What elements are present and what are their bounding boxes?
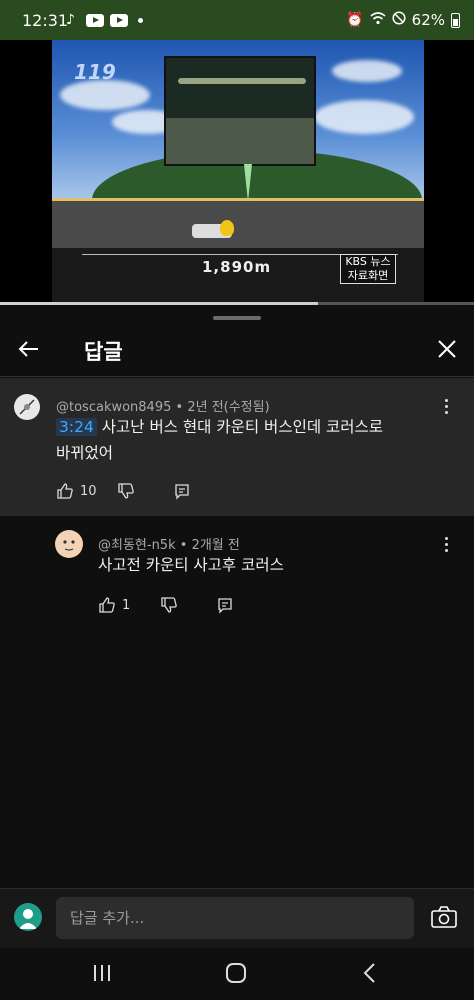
like-button[interactable]: 1	[98, 596, 130, 614]
close-icon	[438, 340, 456, 358]
wifi-icon	[370, 11, 386, 29]
comment-author[interactable]: @최동현-n5k	[98, 538, 176, 553]
dislike-button[interactable]	[160, 596, 178, 614]
timestamp-link[interactable]: 3:24	[56, 418, 97, 436]
status-bar: 12:31 ♪ ⏰ 62%	[0, 0, 474, 40]
close-button[interactable]	[432, 334, 462, 364]
home-button[interactable]	[216, 958, 256, 988]
arrow-left-icon	[18, 341, 38, 357]
avatar[interactable]	[55, 530, 83, 558]
thumbs-down-icon	[161, 597, 178, 613]
like-button[interactable]: 10	[56, 482, 97, 500]
panel-title: 답글	[84, 340, 123, 364]
reply-button[interactable]	[173, 482, 191, 500]
battery-percent: 62%	[411, 11, 445, 29]
drag-handle[interactable]	[213, 316, 261, 320]
chevron-left-icon	[363, 963, 375, 983]
back-nav-button[interactable]	[350, 958, 390, 988]
video-inset	[164, 56, 316, 166]
notification-icons: ♪	[66, 12, 143, 28]
reply-button[interactable]	[216, 596, 234, 614]
video-progress-bar[interactable]	[0, 302, 474, 305]
news-badge-line2: 자료화면	[347, 269, 389, 282]
comment-text-first: 사고난 버스 현대 카운티 버스인데 코러스로	[101, 418, 384, 436]
comment-more-button[interactable]	[436, 532, 456, 556]
battery-icon	[451, 12, 460, 28]
comment-text: 사고전 카운티 사고후 코러스	[98, 556, 284, 574]
back-button[interactable]	[14, 334, 44, 364]
user-avatar	[14, 903, 42, 931]
home-icon	[226, 963, 246, 983]
video-player[interactable]: 119 1,890m KBS 뉴스 자료화면	[0, 40, 474, 304]
comment-time: 2년 전(수정됨)	[187, 400, 270, 415]
alarm-icon: ⏰	[346, 12, 364, 28]
news-badge: KBS 뉴스 자료화면	[340, 254, 396, 284]
youtube-icon	[86, 13, 104, 27]
comment-text-second: 바뀌었어	[56, 444, 114, 462]
comment-line-1: 3:24 사고난 버스 현대 카운티 버스인데 코러스로	[56, 414, 456, 440]
status-right: ⏰ 62%	[346, 11, 460, 29]
comment-author[interactable]: @toscakwon8495	[56, 400, 171, 415]
recent-apps-icon	[94, 965, 110, 981]
reply-comment-icon	[218, 598, 232, 614]
fire-graphic	[220, 220, 234, 236]
thumbs-up-icon	[99, 597, 115, 613]
panel-header: 답글	[0, 324, 474, 376]
parent-comment: @toscakwon8495 • 2년 전(수정됨) 3:24 사고난 버스 현…	[0, 378, 474, 516]
like-count: 1	[122, 597, 131, 613]
thumbs-up-icon	[57, 483, 73, 499]
channel-logo: 119	[74, 60, 116, 84]
reply-comment-icon	[174, 484, 189, 500]
like-count: 10	[80, 483, 97, 499]
comment-body: 3:24 사고난 버스 현대 카운티 버스인데 코러스로 바뀌었어	[56, 414, 456, 466]
video-frame: 119 1,890m KBS 뉴스 자료화면	[52, 40, 424, 304]
video-progress-fill	[0, 302, 318, 305]
dislike-button[interactable]	[117, 482, 135, 500]
replies-panel: 답글 @toscakwon8495 • 2년 전(수정됨) 3:24 사고난 버…	[0, 306, 474, 890]
status-time: 12:31	[22, 11, 69, 30]
tiktok-icon: ♪	[66, 12, 75, 28]
recent-apps-button[interactable]	[82, 958, 122, 988]
thumbs-down-icon	[117, 483, 134, 499]
reply-composer: 답글 추가...	[0, 888, 474, 948]
comment-time: 2개월 전	[191, 538, 240, 553]
meta-separator: •	[179, 538, 192, 553]
camera-button[interactable]	[430, 905, 458, 929]
camera-icon	[431, 906, 457, 928]
header-divider	[0, 376, 474, 377]
distance-label: 1,890m	[202, 258, 272, 276]
news-badge-line1: KBS 뉴스	[345, 255, 391, 268]
avatar[interactable]	[14, 394, 40, 420]
do-not-disturb-icon	[392, 11, 406, 29]
system-nav-bar	[0, 948, 474, 1000]
meta-separator: •	[175, 400, 188, 415]
reply-input[interactable]: 답글 추가...	[56, 897, 414, 939]
notification-dot-icon	[138, 17, 143, 23]
youtube-icon	[110, 13, 128, 27]
